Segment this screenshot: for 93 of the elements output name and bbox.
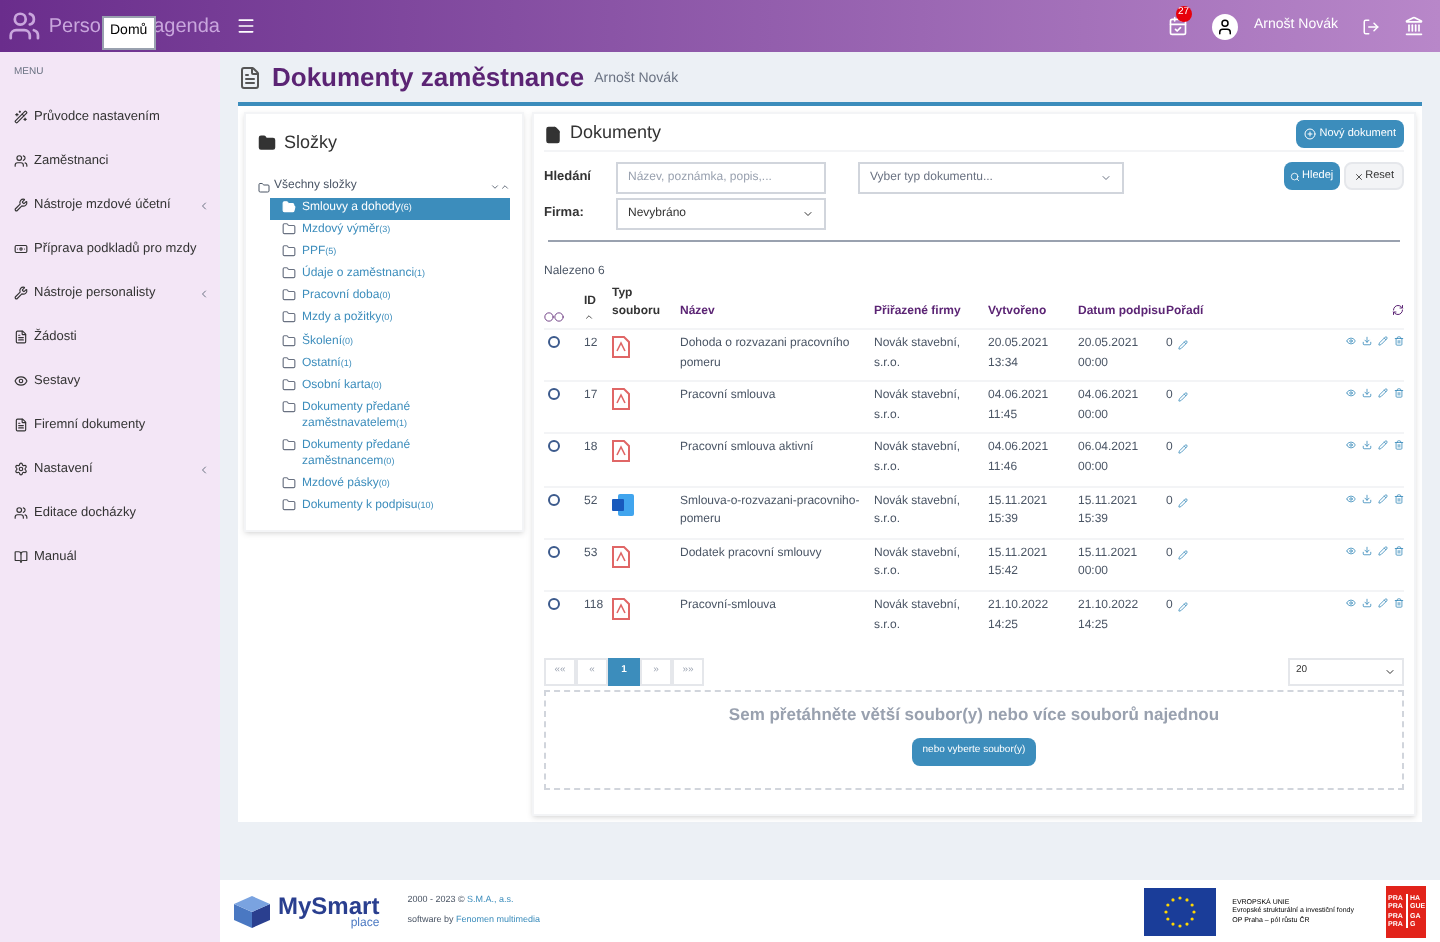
plus-icon	[1303, 128, 1316, 140]
edit-icon[interactable]	[1378, 388, 1388, 399]
logo-icon	[8, 8, 41, 44]
edit-icon[interactable]	[1178, 444, 1189, 455]
pdf-file-icon	[612, 545, 630, 568]
edit-icon[interactable]	[1378, 545, 1388, 556]
card-title: Dokumenty	[570, 120, 662, 147]
eye-icon	[14, 374, 28, 388]
view-icon[interactable]	[1346, 493, 1356, 504]
view-icon[interactable]	[1346, 336, 1356, 346]
chevron-down-icon	[802, 208, 814, 220]
folder-icon	[282, 355, 296, 370]
view-icon[interactable]	[1346, 440, 1356, 451]
edit-icon[interactable]	[1178, 497, 1189, 508]
folder-icon	[282, 288, 296, 303]
logo-main: MySmart	[278, 893, 380, 917]
word-file-icon	[612, 493, 634, 516]
file-icon	[14, 330, 28, 344]
wand-icon	[14, 110, 28, 124]
refresh-icon[interactable]	[1392, 304, 1404, 317]
folder-icon	[282, 222, 296, 237]
download-icon[interactable]	[1362, 336, 1372, 346]
collapse-icons[interactable]	[490, 182, 510, 192]
edit-icon[interactable]	[1178, 392, 1189, 403]
row-radio[interactable]	[548, 493, 560, 506]
wrench-icon	[14, 286, 28, 300]
dropzone-text: Sem přetáhněte větší soubor(y) nebo více souborů najednou	[728, 702, 1220, 728]
brand-end: agenda	[153, 13, 220, 41]
row-radio[interactable]	[548, 545, 560, 558]
edit-icon[interactable]	[1378, 336, 1388, 346]
logo-icon	[234, 895, 270, 927]
users-icon	[14, 154, 28, 168]
banknote-icon	[14, 242, 28, 256]
search-icon	[1290, 171, 1301, 181]
delete-icon[interactable]	[1394, 493, 1404, 504]
gear-icon	[14, 462, 28, 476]
page-title: Dokumenty zaměstnance	[272, 60, 585, 97]
folder-icon	[282, 498, 296, 513]
pdf-file-icon	[612, 440, 630, 463]
folder-icon	[282, 310, 296, 325]
calendar-icon[interactable]	[1167, 16, 1188, 36]
menu-button[interactable]	[236, 16, 256, 36]
edit-icon[interactable]	[1178, 549, 1189, 560]
view-icon[interactable]	[1346, 597, 1356, 608]
delete-icon[interactable]	[1394, 388, 1404, 399]
document-icon	[238, 66, 262, 90]
folder-icon	[282, 377, 296, 392]
edit-icon[interactable]	[1178, 601, 1189, 612]
download-icon[interactable]	[1362, 597, 1372, 608]
download-icon[interactable]	[1362, 440, 1372, 451]
view-icon[interactable]	[1346, 388, 1356, 399]
folder-icon	[282, 244, 296, 259]
brand-start: Perso	[48, 13, 101, 41]
edit-icon[interactable]	[1378, 493, 1388, 504]
view-icon[interactable]	[1346, 545, 1356, 556]
avatar[interactable]	[1211, 13, 1238, 39]
pdf-file-icon	[612, 388, 630, 411]
pdf-file-icon	[612, 597, 630, 620]
file-icon	[14, 418, 28, 432]
download-icon[interactable]	[1362, 545, 1372, 556]
users-icon	[14, 506, 28, 520]
folder-icon	[282, 476, 296, 491]
download-icon[interactable]	[1362, 493, 1372, 504]
delete-icon[interactable]	[1394, 597, 1404, 608]
row-radio[interactable]	[548, 597, 560, 610]
row-radio[interactable]	[548, 336, 560, 348]
bank-icon[interactable]	[1404, 16, 1424, 36]
folder-icon	[258, 181, 270, 193]
folder-icon	[282, 399, 296, 414]
row-radio[interactable]	[548, 440, 560, 453]
edit-icon[interactable]	[1378, 597, 1388, 608]
eu-flag-icon	[1144, 887, 1217, 935]
card-title: Složky	[284, 130, 338, 156]
folder-icon	[258, 134, 276, 153]
logout-icon[interactable]	[1362, 17, 1380, 35]
file-icon	[544, 125, 562, 143]
folder-icon	[282, 438, 296, 453]
edit-icon[interactable]	[1178, 340, 1189, 350]
wrench-icon	[14, 198, 28, 212]
pdf-file-icon	[612, 336, 630, 358]
download-icon[interactable]	[1362, 388, 1372, 399]
folder-icon	[282, 200, 296, 214]
book-icon	[14, 550, 28, 564]
row-radio[interactable]	[548, 388, 560, 401]
chevron-down-icon	[1384, 666, 1396, 679]
edit-icon[interactable]	[1378, 440, 1388, 451]
delete-icon[interactable]	[1394, 440, 1404, 451]
folder-icon	[282, 333, 296, 348]
sort-icon	[584, 312, 594, 322]
folder-icon	[282, 266, 296, 281]
delete-icon[interactable]	[1394, 545, 1404, 556]
chevron-down-icon	[1100, 172, 1112, 184]
delete-icon[interactable]	[1394, 336, 1404, 346]
